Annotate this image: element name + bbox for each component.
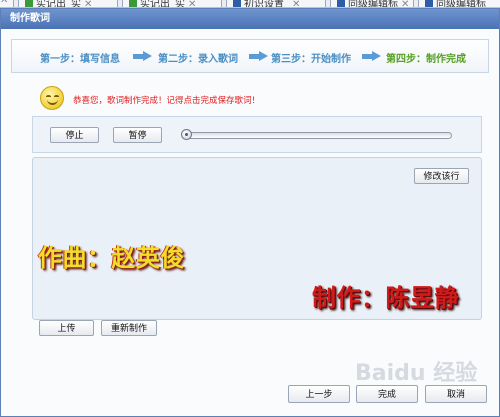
arrow-right-icon (133, 51, 152, 62)
smiley-icon (40, 86, 64, 110)
tab-close-icon[interactable]: ✕ (292, 0, 300, 7)
stop-button[interactable]: 停止 (50, 127, 99, 143)
background-tab-strip: ✕ 实记出_实 ✕ 实记出_实 ✕ 初识设置_ ✕ 同级编辑标 ✕ 同级编辑标 (0, 0, 500, 8)
composer-credit: 作曲：赵英俊 (38, 244, 185, 272)
finish-button[interactable]: 完成 (356, 385, 418, 403)
baidu-watermark: Baidu 经验 (355, 361, 478, 386)
remake-button[interactable]: 重新制作 (101, 320, 157, 336)
step-1: 第一步：填写信息 (40, 54, 120, 65)
dialog-title: 制作歌词 (1, 9, 499, 29)
background-tab[interactable]: 初识设置_ ✕ (226, 0, 326, 7)
cancel-button[interactable]: 取消 (425, 385, 487, 403)
slider-thumb[interactable] (181, 129, 192, 140)
step-2: 第二步：录入歌词 (158, 54, 238, 65)
document-icon (25, 0, 33, 7)
background-tab[interactable]: 同级编辑标 (418, 0, 500, 7)
step-4-active: 第四步：制作完成 (386, 54, 466, 65)
lyrics-panel: 修改该行 作曲：赵英俊 制作：陈昱静 (32, 157, 482, 320)
producer-credit: 制作：陈昱静 (312, 284, 459, 312)
document-icon (129, 0, 137, 7)
completion-message: 恭喜您，歌词制作完成！记得点击完成保存歌词！ (73, 96, 261, 106)
edit-line-button[interactable]: 修改该行 (414, 168, 469, 184)
background-tab[interactable]: 实记出_实 ✕ (18, 0, 118, 7)
step-3: 第三步：开始制作 (271, 54, 351, 65)
tab-close-icon[interactable]: ✕ (84, 0, 92, 7)
background-tab[interactable]: ✕ (0, 0, 14, 7)
pause-button[interactable]: 暂停 (113, 127, 162, 143)
document-icon (425, 0, 433, 7)
previous-step-button[interactable]: 上一步 (288, 385, 350, 403)
background-tab[interactable]: 实记出_实 ✕ (122, 0, 222, 7)
progress-slider[interactable] (183, 132, 452, 139)
tab-close-icon[interactable]: ✕ (401, 0, 409, 7)
tab-close-icon[interactable]: ✕ (0, 0, 8, 6)
document-icon (233, 0, 241, 7)
wizard-steps: 第一步：填写信息 第二步：录入歌词 第三步：开始制作 第四步：制作完成 (11, 39, 489, 73)
background-tab[interactable]: 同级编辑标 ✕ (330, 0, 414, 7)
arrow-right-icon (362, 51, 381, 62)
arrow-right-icon (249, 51, 268, 62)
upload-button[interactable]: 上传 (39, 320, 94, 336)
tab-close-icon[interactable]: ✕ (188, 0, 196, 7)
player-controls: 停止 暂停 (32, 116, 482, 153)
document-icon (337, 0, 345, 7)
